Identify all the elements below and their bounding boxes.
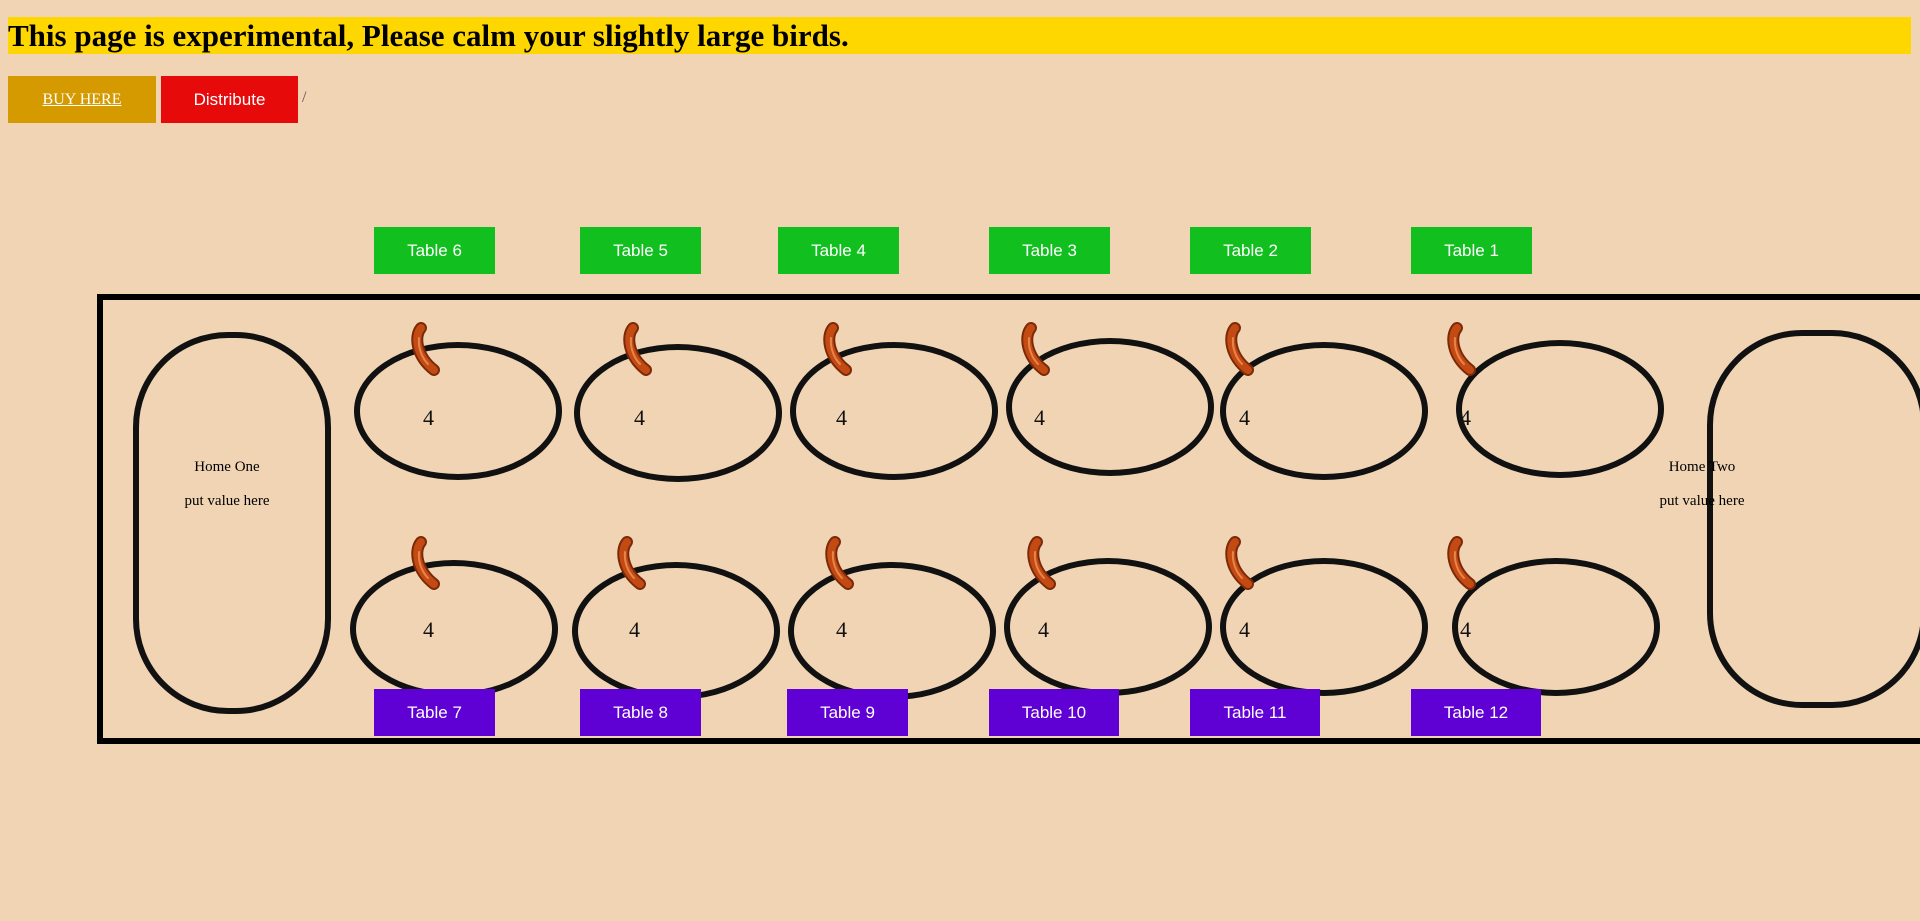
table-12-button[interactable]: Table 12	[1411, 689, 1541, 736]
pit-6-count: 4	[423, 405, 434, 430]
pit-6[interactable]	[354, 342, 562, 480]
experimental-banner: This page is experimental, Please calm y…	[8, 17, 1911, 54]
mancala-board	[97, 294, 1920, 744]
pit-2-count: 4	[1239, 405, 1250, 430]
home-one-store	[133, 332, 331, 714]
pit-9-count: 4	[836, 617, 847, 642]
table-4-button[interactable]: Table 4	[778, 227, 899, 274]
home-one-value: put value here	[184, 493, 270, 509]
separator-text: /	[302, 89, 307, 106]
sausage-icon	[1447, 322, 1476, 376]
pit-12-count: 4	[1460, 617, 1471, 642]
table-6-button[interactable]: Table 6	[374, 227, 495, 274]
sausage-icon	[1225, 536, 1254, 590]
table-8-button[interactable]: Table 8	[580, 689, 701, 736]
table-2-button[interactable]: Table 2	[1190, 227, 1311, 274]
table-11-button[interactable]: Table 11	[1190, 689, 1320, 736]
table-10-button[interactable]: Table 10	[989, 689, 1119, 736]
home-two-store	[1707, 330, 1920, 708]
pit-7[interactable]	[350, 560, 558, 698]
pit-9[interactable]	[788, 562, 996, 700]
sausage-icon	[623, 322, 652, 376]
sausage-icon	[825, 536, 854, 590]
table-7-button[interactable]: Table 7	[374, 689, 495, 736]
pit-12[interactable]	[1452, 558, 1660, 696]
pit-5[interactable]	[574, 344, 782, 482]
sausage-icon	[1027, 536, 1056, 590]
pit-5-count: 4	[634, 405, 645, 430]
pit-11-count: 4	[1239, 617, 1250, 642]
sausage-icon	[1447, 536, 1476, 590]
pit-8[interactable]	[572, 562, 780, 700]
pit-7-count: 4	[423, 617, 434, 642]
table-1-button[interactable]: Table 1	[1411, 227, 1532, 274]
pit-10-count: 4	[1038, 617, 1049, 642]
pit-1[interactable]	[1456, 340, 1664, 478]
home-two-value: put value here	[1659, 493, 1745, 509]
sausage-icon	[411, 322, 440, 376]
home-one-title: Home One	[194, 459, 260, 475]
distribute-button[interactable]: Distribute	[161, 76, 298, 123]
pit-8-count: 4	[629, 617, 640, 642]
pit-3-count: 4	[1034, 405, 1045, 430]
sausage-icon	[1225, 322, 1254, 376]
table-3-button[interactable]: Table 3	[989, 227, 1110, 274]
sausage-icon	[617, 536, 646, 590]
sausage-icon	[411, 536, 440, 590]
pit-4-count: 4	[836, 405, 847, 430]
sausage-icon	[1021, 322, 1050, 376]
sausage-icon	[823, 322, 852, 376]
table-9-button[interactable]: Table 9	[787, 689, 908, 736]
table-5-button[interactable]: Table 5	[580, 227, 701, 274]
home-two-title: Home Two	[1668, 459, 1736, 475]
pit-1-count: 4	[1460, 405, 1471, 430]
buy-here-button[interactable]: BUY HERE	[8, 76, 156, 123]
